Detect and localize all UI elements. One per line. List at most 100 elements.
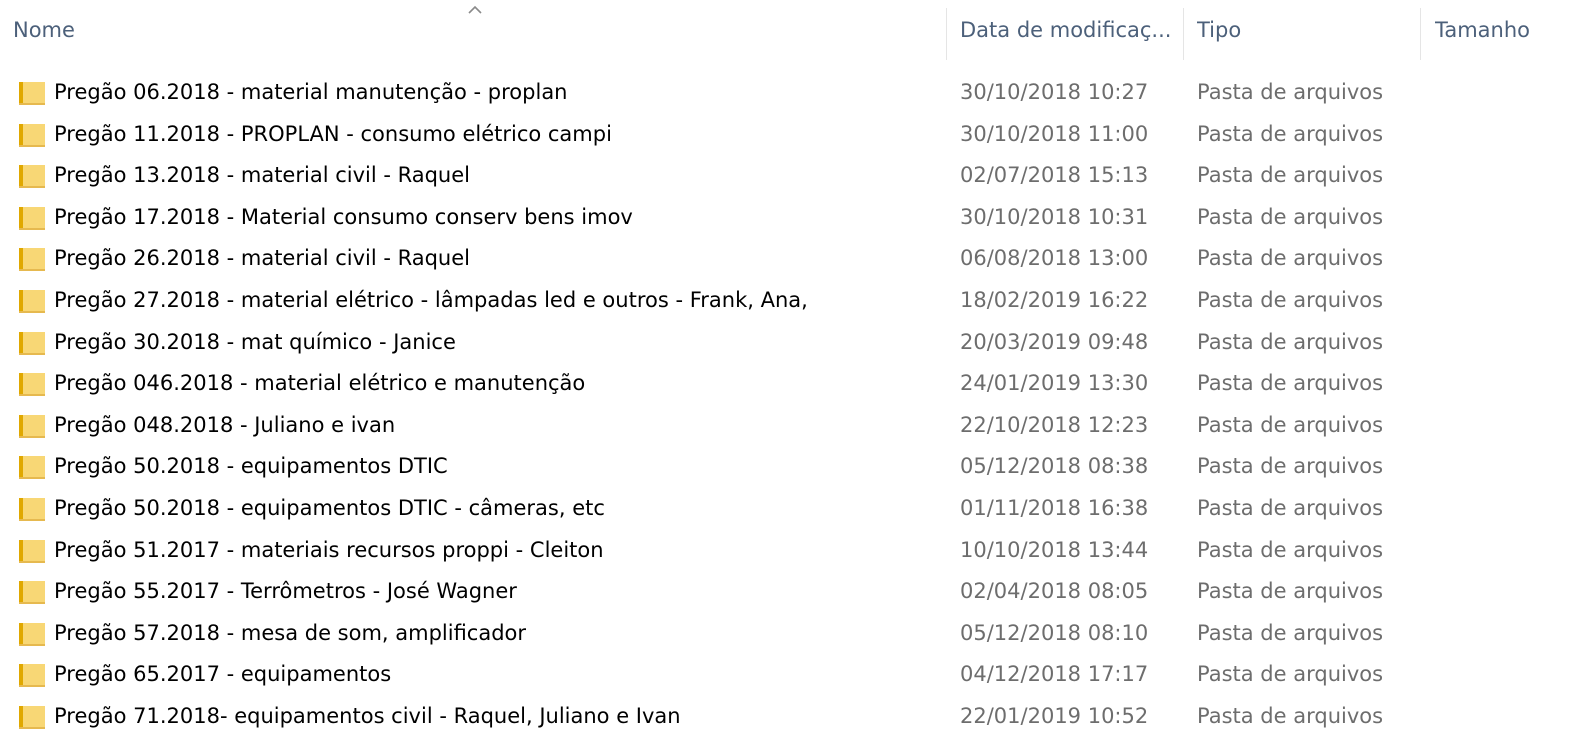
folder-icon: [19, 289, 45, 313]
column-divider[interactable]: [1420, 8, 1421, 60]
table-row[interactable]: Pregão 27.2018 - material elétrico - lâm…: [0, 280, 1590, 322]
file-size: [1435, 446, 1585, 488]
column-header-modified-label: Data de modificaç...: [960, 18, 1172, 42]
file-size: [1435, 238, 1585, 280]
file-size: [1435, 280, 1585, 322]
file-type: Pasta de arquivos: [1197, 579, 1384, 604]
column-header-modified[interactable]: Data de modificaç...: [960, 0, 1176, 60]
file-size: [1435, 197, 1585, 239]
folder-icon: [19, 331, 45, 355]
table-row[interactable]: Pregão 71.2018- equipamentos civil - Raq…: [0, 696, 1590, 738]
file-name: Pregão 17.2018 - Material consumo conser…: [54, 204, 633, 229]
file-name: Pregão 65.2017 - equipamentos: [54, 662, 392, 687]
table-row[interactable]: Pregão 13.2018 - material civil - Raquel…: [0, 155, 1590, 197]
file-modified-date: 02/04/2018 08:05: [960, 579, 1149, 604]
folder-icon: [19, 539, 45, 563]
file-name: Pregão 50.2018 - equipamentos DTIC - câm…: [54, 495, 605, 520]
file-modified-date: 30/10/2018 10:31: [960, 204, 1149, 229]
table-row[interactable]: Pregão 046.2018 - material elétrico e ma…: [0, 363, 1590, 405]
table-row[interactable]: Pregão 55.2017 - Terrômetros - José Wagn…: [0, 571, 1590, 613]
file-type: Pasta de arquivos: [1197, 620, 1384, 645]
table-row[interactable]: Pregão 17.2018 - Material consumo conser…: [0, 197, 1590, 239]
table-row[interactable]: Pregão 11.2018 - PROPLAN - consumo elétr…: [0, 114, 1590, 156]
file-modified-date: 20/03/2019 09:48: [960, 329, 1149, 354]
file-name: Pregão 048.2018 - Juliano e ivan: [54, 412, 396, 437]
table-row[interactable]: Pregão 65.2017 - equipamentos 04/12/2018 …: [0, 654, 1590, 696]
file-size: [1435, 571, 1585, 613]
file-size: [1435, 114, 1585, 156]
table-row[interactable]: Pregão 26.2018 - material civil - Raquel…: [0, 238, 1590, 280]
file-size: [1435, 654, 1585, 696]
file-name: Pregão 06.2018 - material manutenção - p…: [54, 80, 568, 104]
folder-icon: [19, 165, 45, 189]
file-modified-date: 02/07/2018 15:13: [960, 163, 1149, 188]
file-size: [1435, 696, 1585, 738]
table-row[interactable]: Pregão 06.2018 - material manutenção - p…: [0, 72, 1590, 114]
column-divider[interactable]: [1183, 8, 1184, 60]
file-type: Pasta de arquivos: [1197, 454, 1384, 479]
file-size: [1435, 405, 1585, 447]
table-row[interactable]: Pregão 30.2018 - mat químico - Janice 20/…: [0, 322, 1590, 364]
file-size: [1435, 613, 1585, 655]
file-size: [1435, 72, 1585, 114]
file-name: Pregão 30.2018 - mat químico - Janice: [54, 329, 456, 354]
table-row[interactable]: Pregão 51.2017 - materiais recursos prop…: [0, 530, 1590, 572]
table-row[interactable]: Pregão 57.2018 - mesa de som, amplificad…: [0, 613, 1590, 655]
file-size: [1435, 530, 1585, 572]
folder-icon: [19, 373, 45, 397]
file-type: Pasta de arquivos: [1197, 329, 1384, 354]
table-row[interactable]: Pregão 50.2018 - equipamentos DTIC - câm…: [0, 488, 1590, 530]
file-modified-date: 30/10/2018 11:00: [960, 121, 1149, 146]
folder-icon: [19, 82, 45, 105]
table-row[interactable]: Pregão 50.2018 - equipamentos DTIC 05/12/…: [0, 446, 1590, 488]
column-header-bar: Nome Data de modificaç... Tipo Tamanho: [0, 0, 1590, 60]
folder-icon: [19, 456, 45, 480]
file-name: Pregão 13.2018 - material civil - Raquel: [54, 163, 471, 188]
file-modified-date: 18/02/2019 16:22: [960, 287, 1149, 312]
file-name: Pregão 57.2018 - mesa de som, amplificad…: [54, 620, 527, 645]
folder-icon: [19, 497, 45, 521]
folder-icon: [19, 206, 45, 230]
file-name: Pregão 046.2018 - material elétrico e ma…: [54, 371, 586, 396]
file-modified-date: 04/12/2018 17:17: [960, 662, 1149, 687]
column-header-type-label: Tipo: [1197, 18, 1242, 42]
file-name: Pregão 26.2018 - material civil - Raquel: [54, 246, 471, 271]
file-size: [1435, 488, 1585, 530]
file-name: Pregão 50.2018 - equipamentos DTIC: [54, 454, 448, 479]
column-header-type[interactable]: Tipo: [1197, 0, 1407, 60]
file-name: Pregão 27.2018 - material elétrico - lâm…: [54, 287, 808, 312]
folder-icon: [19, 705, 45, 729]
file-type: Pasta de arquivos: [1197, 121, 1384, 146]
file-modified-date: 22/10/2018 12:23: [960, 412, 1149, 437]
column-header-name-label: Nome: [13, 18, 75, 42]
file-type: Pasta de arquivos: [1197, 703, 1384, 728]
folder-icon: [19, 622, 45, 646]
file-type: Pasta de arquivos: [1197, 163, 1384, 188]
folder-icon: [19, 248, 45, 272]
folder-icon: [19, 664, 45, 688]
file-size: [1435, 363, 1585, 405]
file-modified-date: 05/12/2018 08:38: [960, 454, 1149, 479]
file-type: Pasta de arquivos: [1197, 495, 1384, 520]
file-name: Pregão 11.2018 - PROPLAN - consumo elétr…: [54, 121, 612, 146]
column-header-name[interactable]: Nome: [13, 0, 933, 60]
file-type: Pasta de arquivos: [1197, 80, 1384, 104]
file-type: Pasta de arquivos: [1197, 371, 1384, 396]
table-row[interactable]: Pregão 048.2018 - Juliano e ivan 22/10/20…: [0, 405, 1590, 447]
file-type: Pasta de arquivos: [1197, 537, 1384, 562]
folder-icon: [19, 123, 45, 147]
file-modified-date: 06/08/2018 13:00: [960, 246, 1149, 271]
file-modified-date: 10/10/2018 13:44: [960, 537, 1149, 562]
file-list: Pregão 06.2018 - material manutenção - p…: [0, 72, 1590, 738]
file-type: Pasta de arquivos: [1197, 204, 1384, 229]
column-header-size[interactable]: Tamanho: [1435, 0, 1585, 60]
file-type: Pasta de arquivos: [1197, 246, 1384, 271]
file-size: [1435, 322, 1585, 364]
file-modified-date: 24/01/2019 13:30: [960, 371, 1149, 396]
file-name: Pregão 55.2017 - Terrômetros - José Wagn…: [54, 579, 517, 604]
file-name: Pregão 51.2017 - materiais recursos prop…: [54, 537, 604, 562]
file-modified-date: 01/11/2018 16:38: [960, 495, 1149, 520]
folder-icon: [19, 414, 45, 438]
column-divider[interactable]: [946, 8, 947, 60]
file-modified-date: 22/01/2019 10:52: [960, 703, 1149, 728]
